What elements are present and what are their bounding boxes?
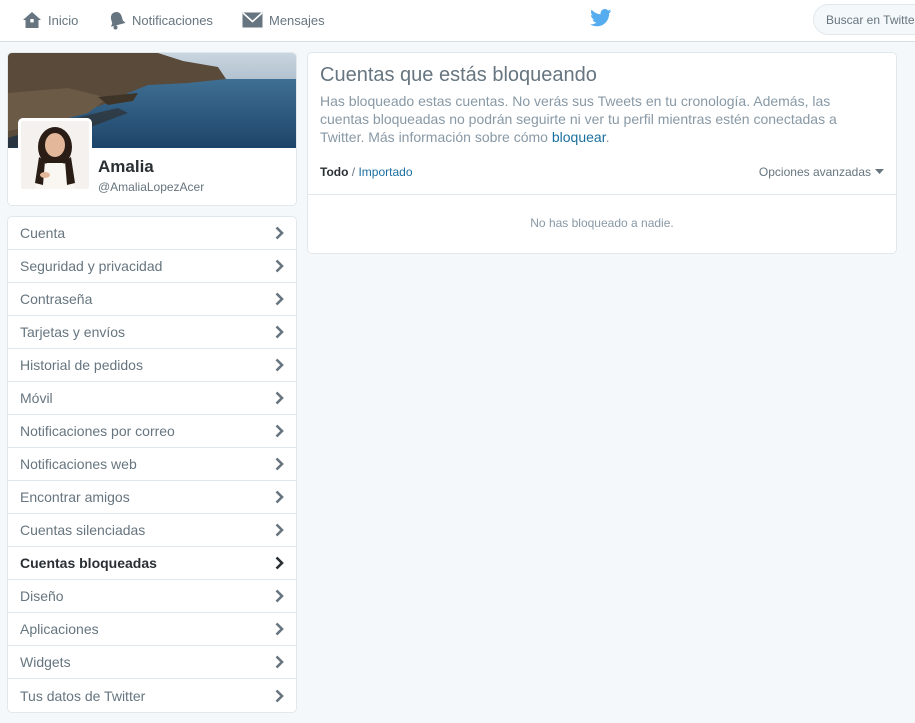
- learn-more-block-link[interactable]: bloquear: [552, 129, 606, 145]
- empty-state-message: No has bloqueado a nadie.: [530, 216, 674, 230]
- nav-messages[interactable]: Mensajes: [242, 0, 325, 40]
- avatar[interactable]: [18, 118, 92, 192]
- sidebar-item-label: Encontrar amigos: [20, 489, 130, 505]
- chevron-right-icon: [275, 391, 284, 405]
- caret-down-icon: [875, 169, 884, 174]
- chevron-right-icon: [275, 358, 284, 372]
- sidebar-item[interactable]: Historial de pedidos: [8, 349, 296, 382]
- sidebar-item[interactable]: Contraseña: [8, 283, 296, 316]
- sidebar-item[interactable]: Notificaciones por correo: [8, 415, 296, 448]
- sidebar-item[interactable]: Aplicaciones: [8, 613, 296, 646]
- sidebar-item[interactable]: Cuentas bloqueadas: [8, 547, 296, 580]
- avatar-image: [21, 121, 89, 189]
- nav-messages-label: Mensajes: [269, 12, 325, 28]
- sidebar-item-label: Contraseña: [20, 291, 93, 307]
- profile-handle[interactable]: @AmaliaLopezAcer: [98, 180, 204, 194]
- bell-icon: [110, 11, 126, 29]
- sidebar-item-label: Cuentas bloqueadas: [20, 555, 157, 571]
- sidebar-item-label: Diseño: [20, 588, 64, 604]
- home-icon: [23, 12, 41, 28]
- advanced-options-label: Opciones avanzadas: [758, 165, 871, 179]
- twitter-bird-icon[interactable]: [590, 9, 612, 27]
- chevron-right-icon: [275, 689, 284, 702]
- top-navigation-bar: Inicio Notificaciones Mensajes: [0, 0, 915, 42]
- sidebar-item[interactable]: Widgets: [8, 646, 296, 679]
- sidebar-item-label: Aplicaciones: [20, 621, 99, 637]
- chevron-right-icon: [275, 622, 284, 636]
- chevron-right-icon: [275, 523, 284, 537]
- filter-separator: /: [351, 165, 356, 179]
- nav-notifications[interactable]: Notificaciones: [108, 0, 213, 40]
- chevron-right-icon: [275, 556, 284, 570]
- settings-menu: Cuenta Seguridad y privacidad Contraseña Ta…: [7, 216, 297, 713]
- sidebar-item-label: Tus datos de Twitter: [20, 687, 146, 704]
- filter-all[interactable]: Todo: [320, 165, 348, 179]
- sidebar-item-label: Móvil: [20, 390, 53, 406]
- chevron-right-icon: [275, 490, 284, 504]
- nav-notifications-label: Notificaciones: [132, 12, 213, 28]
- sidebar-item-label: Notificaciones por correo: [20, 423, 175, 439]
- sidebar-item[interactable]: Cuentas silenciadas: [8, 514, 296, 547]
- chevron-right-icon: [275, 589, 284, 603]
- sidebar-item[interactable]: Encontrar amigos: [8, 481, 296, 514]
- divider: [308, 194, 896, 195]
- blocked-filter-tabs: Todo / Importado: [320, 165, 413, 179]
- sidebar-item[interactable]: Tus datos de Twitter: [8, 679, 296, 712]
- advanced-options-button[interactable]: Opciones avanzadas: [759, 165, 884, 179]
- sidebar-item[interactable]: Notificaciones web: [8, 448, 296, 481]
- chevron-right-icon: [275, 325, 284, 339]
- sidebar-item[interactable]: Cuenta: [8, 217, 296, 250]
- sidebar-item-label: Cuenta: [20, 225, 66, 241]
- sidebar-item[interactable]: Diseño: [8, 580, 296, 613]
- chevron-right-icon: [275, 259, 284, 273]
- sidebar-item[interactable]: Móvil: [8, 382, 296, 415]
- profile-card: Amalia @AmaliaLopezAcer: [7, 52, 297, 206]
- sidebar-item-label: Notificaciones web: [20, 456, 137, 472]
- blocked-accounts-panel: Cuentas que estás bloqueando Has bloquea…: [307, 52, 897, 254]
- sidebar-item-label: Historial de pedidos: [20, 357, 143, 373]
- nav-home-label: Inicio: [48, 12, 79, 28]
- page-title: Cuentas que estás bloqueando: [320, 64, 597, 86]
- sidebar-item-label: Widgets: [20, 654, 71, 670]
- page-description: Has bloqueado estas cuentas. No verás su…: [320, 92, 880, 146]
- profile-name[interactable]: Amalia: [98, 157, 154, 177]
- chevron-right-icon: [275, 292, 284, 306]
- nav-home[interactable]: Inicio: [22, 0, 78, 40]
- search-input[interactable]: [813, 4, 915, 35]
- sidebar-item-label: Tarjetas y envíos: [20, 324, 126, 340]
- chevron-right-icon: [275, 457, 284, 471]
- chevron-right-icon: [275, 226, 284, 240]
- envelope-icon: [242, 12, 263, 28]
- filter-imported[interactable]: Importado: [358, 165, 412, 179]
- sidebar-item-label: Cuentas silenciadas: [20, 522, 146, 538]
- sidebar-item[interactable]: Tarjetas y envíos: [8, 316, 296, 349]
- chevron-right-icon: [275, 424, 284, 438]
- sidebar-item-label: Seguridad y privacidad: [20, 258, 163, 274]
- description-end: .: [605, 129, 610, 145]
- sidebar-item[interactable]: Seguridad y privacidad: [8, 250, 296, 283]
- chevron-right-icon: [275, 655, 284, 669]
